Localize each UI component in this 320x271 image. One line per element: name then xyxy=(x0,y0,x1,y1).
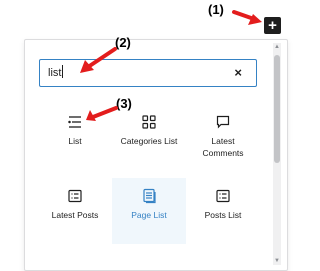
block-inserter-panel: list × ▲ ▼ List Categories List Latest C… xyxy=(24,39,288,271)
block-item-latest-posts[interactable]: Latest Posts xyxy=(38,178,112,244)
block-item-categories-list[interactable]: Categories List xyxy=(112,104,186,170)
annotation-label-2: (2) xyxy=(115,35,131,50)
block-item-page-list[interactable]: Page List xyxy=(112,178,186,244)
categories-grid-icon xyxy=(112,114,186,130)
block-label: Page List xyxy=(131,210,167,220)
comment-icon xyxy=(186,114,260,130)
annotation-label-3: (3) xyxy=(116,96,132,111)
block-item-posts-list[interactable]: Posts List xyxy=(186,178,260,244)
scroll-up-arrow-icon[interactable]: ▲ xyxy=(273,44,281,50)
block-label: List xyxy=(68,136,82,146)
posts-list-icon xyxy=(186,188,260,204)
block-search-field[interactable]: list × xyxy=(39,59,257,87)
search-value: list xyxy=(48,67,62,79)
page-list-icon xyxy=(112,188,186,204)
block-label: Latest Posts xyxy=(51,210,99,220)
text-caret xyxy=(62,65,64,78)
scroll-down-arrow-icon[interactable]: ▼ xyxy=(273,258,281,264)
latest-posts-icon xyxy=(38,188,112,204)
search-input[interactable]: list xyxy=(48,65,64,79)
block-label: Categories List xyxy=(120,136,178,146)
annotation-label-1: (1) xyxy=(208,2,224,17)
scrollbar[interactable]: ▲ ▼ xyxy=(273,43,281,265)
block-item-list[interactable]: List xyxy=(38,104,112,170)
list-icon xyxy=(38,114,112,130)
add-block-button[interactable]: + xyxy=(264,17,281,34)
block-item-latest-comments[interactable]: Latest Comments xyxy=(186,104,260,170)
block-label: Posts List xyxy=(204,210,242,220)
clear-search-icon[interactable]: × xyxy=(234,65,242,80)
block-label: Latest Comments xyxy=(202,136,244,158)
annotation-arrowhead-1 xyxy=(248,14,262,25)
scroll-thumb[interactable] xyxy=(274,55,280,163)
annotation-arrow-1 xyxy=(232,10,256,21)
